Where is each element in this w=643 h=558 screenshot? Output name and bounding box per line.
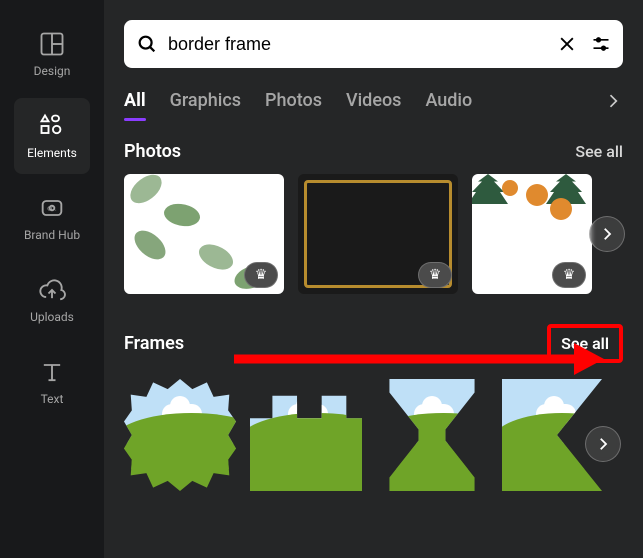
chevron-right-icon: [603, 91, 623, 111]
frame-card[interactable]: [124, 379, 236, 491]
sidebar-item-text[interactable]: Text: [14, 344, 90, 420]
see-all-photos[interactable]: See all: [575, 142, 623, 161]
close-icon: [557, 34, 577, 54]
tab-all[interactable]: All: [124, 90, 146, 111]
sidebar-item-label: Text: [41, 392, 64, 406]
sliders-icon: [591, 34, 611, 54]
sidebar-item-label: Brand Hub: [24, 228, 80, 242]
photo-card[interactable]: ♛: [124, 174, 284, 294]
shapes-icon: [38, 112, 66, 140]
tab-audio[interactable]: Audio: [425, 90, 472, 111]
tab-videos[interactable]: Videos: [346, 90, 401, 111]
photo-card[interactable]: ♛: [472, 174, 592, 294]
photo-card[interactable]: ♛: [298, 174, 458, 294]
section-title-frames: Frames: [124, 333, 184, 354]
category-tabs: All Graphics Photos Videos Audio: [124, 90, 623, 115]
frames-row: [124, 379, 623, 491]
frame-card[interactable]: [376, 379, 488, 491]
svg-text:co.: co.: [47, 204, 57, 212]
see-all-frames[interactable]: See all: [547, 324, 623, 363]
section-title-photos: Photos: [124, 141, 181, 162]
frames-scroll-right[interactable]: [585, 426, 621, 462]
search-icon: [136, 33, 158, 55]
search-input[interactable]: [168, 34, 547, 55]
premium-badge: ♛: [552, 262, 586, 288]
tab-graphics[interactable]: Graphics: [170, 90, 241, 111]
sidebar-item-label: Design: [34, 64, 71, 78]
tab-photos[interactable]: Photos: [265, 90, 322, 111]
sidebar-item-design[interactable]: Design: [14, 16, 90, 92]
section-header-photos: Photos See all: [124, 141, 623, 162]
sidebar-item-brand-hub[interactable]: co. Brand Hub: [14, 180, 90, 256]
cloud-upload-icon: [38, 276, 66, 304]
sidebar-item-elements[interactable]: Elements: [14, 98, 90, 174]
filters-button[interactable]: [591, 34, 611, 54]
chevron-right-icon: [594, 435, 612, 453]
section-header-frames: Frames See all: [124, 324, 623, 363]
text-icon: [38, 358, 66, 386]
frame-card[interactable]: [250, 379, 362, 491]
chevron-right-icon: [598, 225, 616, 243]
app-sidebar: Design Elements co. Brand Hub Uploads Te…: [0, 0, 104, 558]
photos-scroll-right[interactable]: [589, 216, 625, 252]
clear-search-button[interactable]: [557, 34, 577, 54]
photos-row: ♛ ♛ ♛: [124, 174, 623, 294]
sidebar-item-label: Uploads: [30, 310, 74, 324]
premium-badge: ♛: [244, 262, 278, 288]
sidebar-item-uploads[interactable]: Uploads: [14, 262, 90, 338]
elements-panel: All Graphics Photos Videos Audio Photos …: [104, 0, 643, 558]
sidebar-item-label: Elements: [27, 146, 77, 160]
tabs-scroll-right[interactable]: [603, 91, 623, 111]
search-bar: [124, 20, 623, 68]
premium-badge: ♛: [418, 262, 452, 288]
badge-icon: co.: [38, 194, 66, 222]
layout-icon: [38, 30, 66, 58]
